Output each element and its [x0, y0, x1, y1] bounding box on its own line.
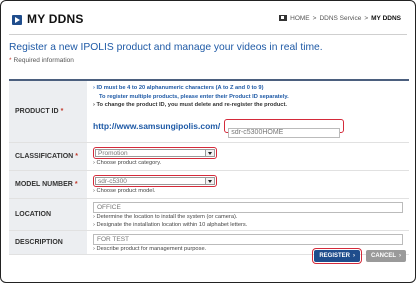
- register-highlight: REGISTER ›: [312, 248, 362, 264]
- required-note-text: Required information: [13, 57, 74, 64]
- required-note: * Required information: [9, 57, 74, 64]
- product-id-input[interactable]: [228, 127, 341, 138]
- model-number-row: MODEL NUMBER * sdr-c5300 › Choose product…: [9, 171, 409, 199]
- classification-select[interactable]: Promotion: [95, 149, 215, 157]
- breadcrumb-home[interactable]: HOME: [290, 15, 310, 22]
- chevron-down-icon[interactable]: [205, 178, 214, 184]
- model-number-highlight: sdr-c5300: [93, 175, 217, 187]
- model-number-selected: sdr-c5300: [98, 177, 127, 185]
- location-row: LOCATION OFFICE › Determine the location…: [9, 199, 409, 231]
- product-id-note-1: › ID must be 4 to 20 alphanumeric charac…: [93, 85, 264, 91]
- page-frame: MY DDNS HOME > DDNS Service > MY DDNS Regist…: [0, 0, 416, 283]
- product-id-note-3: › To change the product ID, you must del…: [93, 102, 287, 108]
- page-header: MY DDNS HOME > DDNS Service > MY DDNS: [9, 12, 407, 28]
- description-input[interactable]: FOR TEST: [93, 234, 403, 245]
- classification-label: CLASSIFICATION *: [9, 143, 87, 170]
- location-hint-2: › Designate the installation location wi…: [93, 221, 248, 228]
- intro-lead: Register a new IPOLIS product and manage…: [9, 42, 323, 53]
- product-url-prefix: http://www.samsungipolis.com/: [93, 121, 221, 131]
- location-hint-1: › Determine the location to install the …: [93, 214, 238, 220]
- location-field: OFFICE › Determine the location to insta…: [87, 199, 409, 230]
- page-title: MY DDNS: [27, 12, 84, 26]
- chevron-down-icon[interactable]: [205, 150, 214, 156]
- breadcrumb-section[interactable]: DDNS Service: [319, 15, 361, 22]
- location-input[interactable]: OFFICE: [93, 202, 403, 213]
- product-id-label-text: PRODUCT ID: [15, 108, 59, 115]
- product-id-field: › ID must be 4 to 20 alphanumeric charac…: [87, 81, 409, 142]
- cancel-button[interactable]: CANCEL ›: [366, 250, 406, 262]
- required-mark: *: [74, 181, 78, 188]
- model-number-select[interactable]: sdr-c5300: [95, 177, 215, 185]
- classification-field: Promotion › Choose product category.: [87, 143, 409, 170]
- home-icon[interactable]: [279, 15, 288, 22]
- product-id-notes: › ID must be 4 to 20 alphanumeric charac…: [93, 84, 403, 110]
- required-mark: *: [60, 108, 64, 115]
- required-mark: *: [75, 153, 78, 160]
- product-id-label: PRODUCT ID *: [9, 81, 87, 142]
- description-label: DESCRIPTION: [9, 231, 87, 254]
- product-url-line: http://www.samsungipolis.com/: [93, 119, 345, 138]
- product-id-highlight: [224, 119, 345, 138]
- classification-selected: Promotion: [98, 149, 128, 157]
- classification-label-text: CLASSIFICATION: [15, 153, 74, 160]
- classification-highlight: Promotion: [93, 147, 217, 159]
- product-id-row: PRODUCT ID * › ID must be 4 to 20 alphanu…: [9, 81, 409, 143]
- classification-hint: › Choose product category.: [93, 160, 162, 166]
- chevron-right-icon: ›: [399, 253, 401, 259]
- chevron-right-icon: ›: [353, 253, 355, 259]
- model-number-field: sdr-c5300 › Choose product model.: [87, 171, 409, 198]
- register-button[interactable]: REGISTER ›: [314, 250, 360, 262]
- product-id-note-2: To register multiple products, please en…: [99, 93, 289, 100]
- cancel-button-label: CANCEL: [371, 253, 396, 259]
- model-number-hint: › Choose product model.: [93, 188, 156, 194]
- breadcrumb-separator: >: [364, 15, 369, 22]
- model-number-label-text: MODEL NUMBER: [15, 181, 73, 188]
- registration-form: PRODUCT ID * › ID must be 4 to 20 alphanu…: [9, 79, 409, 255]
- classification-row: CLASSIFICATION * Promotion › Choose produ…: [9, 143, 409, 171]
- breadcrumb: HOME > DDNS Service > MY DDNS: [279, 15, 401, 22]
- register-button-label: REGISTER: [319, 253, 350, 259]
- form-actions: REGISTER › CANCEL ›: [312, 248, 406, 264]
- breadcrumb-separator: >: [312, 15, 317, 22]
- play-square-icon: [12, 15, 22, 25]
- header-divider: [9, 34, 407, 35]
- location-label: LOCATION: [9, 199, 87, 230]
- breadcrumb-current: MY DDNS: [371, 15, 401, 22]
- model-number-label: MODEL NUMBER *: [9, 171, 87, 198]
- required-mark: *: [9, 57, 12, 64]
